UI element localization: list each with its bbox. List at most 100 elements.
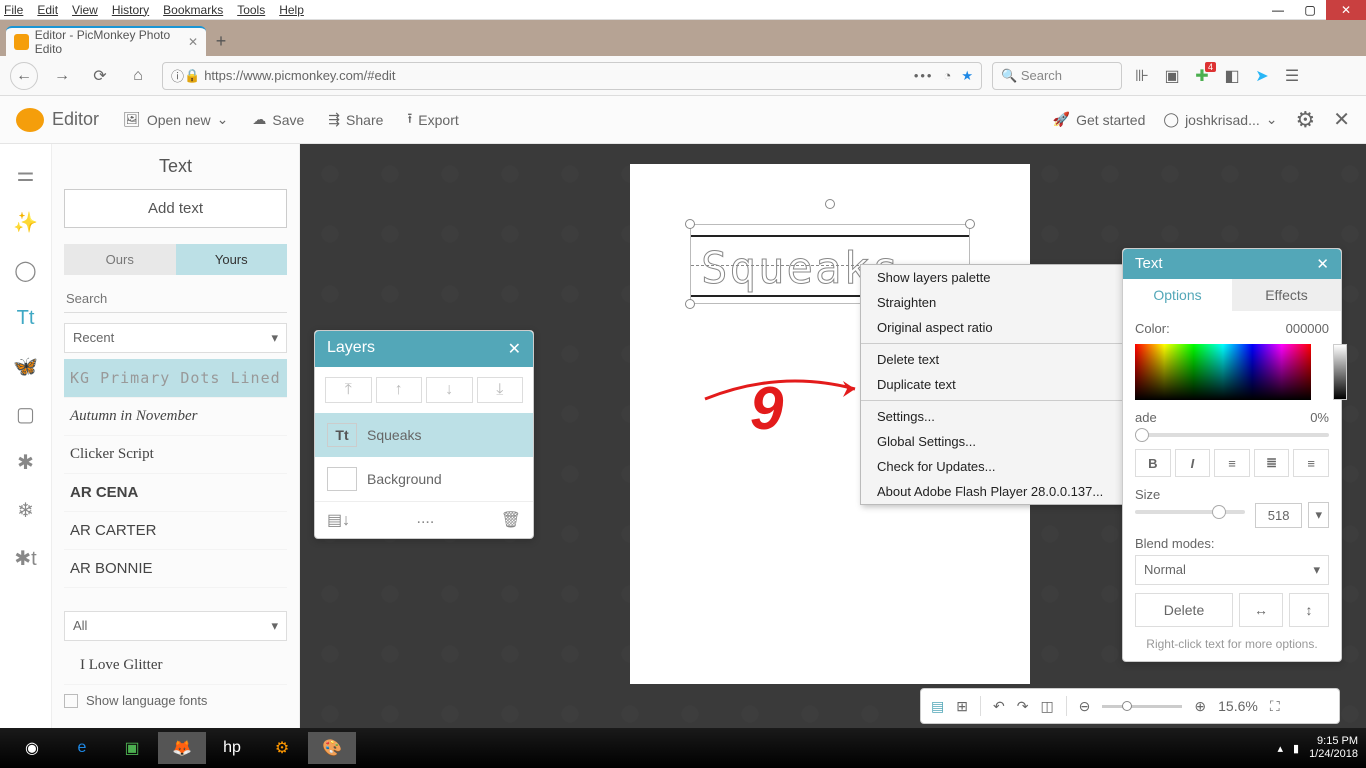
search-input[interactable]: 🔍 Search: [992, 62, 1122, 90]
ctx-about-flash[interactable]: About Adobe Flash Player 28.0.0.137...: [861, 479, 1127, 504]
reload-button[interactable]: ⟳: [86, 62, 114, 90]
ctx-duplicate-text[interactable]: Duplicate text: [861, 372, 1127, 397]
touchup-icon[interactable]: ◯: [12, 256, 40, 284]
rotate-handle[interactable]: [825, 199, 835, 209]
ctx-original-aspect[interactable]: Original aspect ratio: [861, 315, 1127, 340]
blend-dropdown[interactable]: Normal ▾: [1135, 555, 1329, 585]
theme-icon[interactable]: ✱t: [12, 544, 40, 572]
forward-button[interactable]: →: [48, 62, 76, 90]
info-icon[interactable]: ⓘ: [171, 66, 184, 85]
menu-bookmarks[interactable]: Bookmarks: [163, 3, 223, 17]
size-value[interactable]: 518: [1255, 503, 1303, 528]
gear-icon[interactable]: ⚙: [1296, 107, 1316, 133]
menu-edit[interactable]: Edit: [37, 3, 58, 17]
bold-button[interactable]: B: [1135, 449, 1171, 477]
frame-icon[interactable]: ▢: [12, 400, 40, 428]
font-item[interactable]: AR CENA: [64, 474, 287, 512]
new-tab-button[interactable]: +: [206, 26, 236, 56]
delete-button[interactable]: Delete: [1135, 593, 1233, 627]
layer-item[interactable]: Tt Squeaks: [315, 413, 533, 457]
ctx-check-updates[interactable]: Check for Updates...: [861, 454, 1127, 479]
layer-bottom-icon[interactable]: ⤓: [477, 377, 524, 403]
italic-button[interactable]: I: [1175, 449, 1211, 477]
resize-handle[interactable]: [685, 299, 695, 309]
user-menu[interactable]: ◯ joshkrisad... ⌄: [1163, 111, 1277, 128]
tab-yours[interactable]: Yours: [176, 244, 288, 275]
system-clock[interactable]: 9:15 PM 1/24/2018: [1309, 735, 1358, 761]
ie-icon[interactable]: e: [58, 732, 106, 764]
layer-down-icon[interactable]: ↓: [426, 377, 473, 403]
butterfly-icon[interactable]: 🦋: [12, 352, 40, 380]
font-item[interactable]: Autumn in November: [64, 398, 287, 436]
browser-tab[interactable]: Editor - PicMonkey Photo Edito ✕: [6, 26, 206, 56]
pocket-icon[interactable]: ◔: [943, 68, 951, 83]
font-item[interactable]: AR BONNIE: [64, 550, 287, 588]
font-item[interactable]: I Love Glitter: [64, 647, 287, 685]
minimize-button[interactable]: —: [1262, 0, 1294, 20]
menu-tools[interactable]: Tools: [237, 3, 265, 17]
sidebar-icon[interactable]: ◧: [1222, 66, 1242, 86]
ctx-global-settings[interactable]: Global Settings...: [861, 429, 1127, 454]
font-item[interactable]: AR CARTER: [64, 512, 287, 550]
start-button[interactable]: ◉: [8, 732, 56, 764]
close-icon[interactable]: ✕: [1316, 255, 1329, 273]
save-button[interactable]: ☁ Save: [252, 111, 304, 128]
close-panel-icon[interactable]: ✕: [1333, 107, 1350, 132]
menu-history[interactable]: History: [112, 3, 149, 17]
flip-h-icon[interactable]: ↔: [1239, 593, 1283, 627]
align-center-button[interactable]: ≣: [1254, 449, 1290, 477]
layers-toggle-icon[interactable]: ▤: [931, 698, 944, 715]
ctx-straighten[interactable]: Straighten: [861, 290, 1127, 315]
ctx-delete-text[interactable]: Delete text: [861, 347, 1127, 372]
store-icon[interactable]: ▣: [108, 732, 156, 764]
snowflake-icon[interactable]: ❄: [12, 496, 40, 524]
layer-stack-icon[interactable]: ▤↓: [327, 510, 350, 530]
magic-icon[interactable]: ✨: [12, 208, 40, 236]
size-dropdown-icon[interactable]: ▾: [1308, 502, 1329, 528]
tab-effects[interactable]: Effects: [1232, 279, 1341, 311]
tray-arrow-icon[interactable]: ▴: [1277, 742, 1283, 755]
export-button[interactable]: ⭱ Export: [407, 108, 458, 132]
layer-item[interactable]: Background: [315, 457, 533, 501]
texture-icon[interactable]: ✱: [12, 448, 40, 476]
hp-icon[interactable]: hp: [208, 732, 256, 764]
flip-v-icon[interactable]: ↕: [1289, 593, 1329, 627]
paint-icon[interactable]: 🎨: [308, 732, 356, 764]
zoom-slider[interactable]: [1102, 705, 1182, 708]
size-slider[interactable]: [1135, 510, 1245, 514]
menu-view[interactable]: View: [72, 3, 98, 17]
tab-options[interactable]: Options: [1123, 279, 1232, 311]
fullscreen-icon[interactable]: ⛶: [1270, 698, 1280, 715]
menu-help[interactable]: Help: [279, 3, 304, 17]
color-value[interactable]: 000000: [1286, 321, 1329, 336]
library-icon[interactable]: ⊪: [1132, 66, 1152, 86]
font-item[interactable]: Clicker Script: [64, 436, 287, 474]
fade-slider[interactable]: [1135, 433, 1329, 437]
tab-close-icon[interactable]: ✕: [188, 35, 198, 49]
recent-dropdown[interactable]: Recent ▾: [64, 323, 287, 353]
adjust-icon[interactable]: ⚌: [12, 160, 40, 188]
zoom-in-icon[interactable]: ⊕: [1194, 698, 1206, 715]
pocket-toolbar-icon[interactable]: ▣: [1162, 66, 1182, 86]
firefox-icon[interactable]: 🦊: [158, 732, 206, 764]
color-picker[interactable]: [1135, 344, 1311, 400]
align-left-button[interactable]: ≡: [1214, 449, 1250, 477]
maximize-button[interactable]: ▢: [1294, 0, 1326, 20]
page-actions-icon[interactable]: •••: [914, 68, 934, 83]
tab-ours[interactable]: Ours: [64, 244, 176, 275]
ext2-icon[interactable]: ➤: [1252, 66, 1272, 86]
back-button[interactable]: ←: [10, 62, 38, 90]
font-item[interactable]: KG Primary Dots Lined: [64, 359, 287, 398]
hamburger-menu-icon[interactable]: ☰: [1282, 66, 1302, 86]
open-new-button[interactable]: 🖼 Open new ⌄: [123, 111, 228, 128]
font-search-input[interactable]: [64, 285, 287, 313]
share-button[interactable]: ⇶ Share: [328, 111, 383, 128]
resize-handle[interactable]: [965, 219, 975, 229]
show-language-fonts-checkbox[interactable]: Show language fonts: [64, 685, 287, 716]
trash-icon[interactable]: 🗑: [501, 510, 521, 530]
redo-icon[interactable]: ↷: [1017, 698, 1029, 715]
layer-more-icon[interactable]: ....: [417, 510, 435, 530]
undo-icon[interactable]: ↶: [993, 698, 1005, 715]
crop-icon[interactable]: ◫: [1040, 698, 1053, 715]
home-button[interactable]: ⌂: [124, 62, 152, 90]
